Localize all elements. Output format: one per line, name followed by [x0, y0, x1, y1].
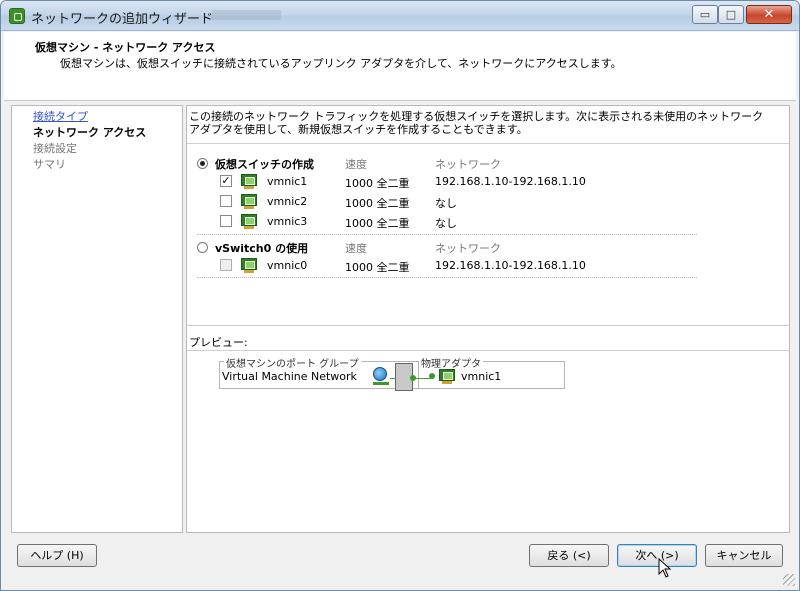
adapter-network: 192.168.1.10-192.168.1.10	[435, 175, 586, 188]
adapter-network: なし	[435, 217, 457, 230]
preview-label: プレビュー:	[189, 336, 248, 349]
maximize-button[interactable]: □	[718, 5, 744, 24]
title-bar[interactable]: ネットワークの追加ウィザード ▭ □ ✕	[1, 1, 799, 31]
adapter-speed: 1000 全二重	[345, 177, 410, 190]
title-ghost-text	[211, 10, 281, 20]
network-adapter-icon	[241, 258, 257, 273]
step-summary: サマリ	[33, 158, 66, 171]
adapter-name: vmnic1	[267, 175, 308, 188]
cancel-button[interactable]: キャンセル	[705, 544, 783, 567]
create-vswitch-label: 仮想スイッチの作成	[215, 158, 314, 171]
adapter-name: vmnic0	[267, 259, 308, 272]
window-title: ネットワークの追加ウィザード	[31, 12, 214, 27]
adapter-box: 物理アダプタ vmnic1	[415, 355, 565, 389]
wizard-steps: 接続タイプ ネットワーク アクセス 接続設定 サマリ	[11, 105, 183, 533]
close-button[interactable]: ✕	[746, 5, 792, 24]
portgroup-name: Virtual Machine Network	[222, 370, 357, 383]
network-adapter-icon	[241, 214, 257, 229]
vmnic0-checkbox[interactable]	[220, 259, 232, 271]
adapter-speed: 1000 全二重	[345, 217, 410, 230]
minimize-button[interactable]: ▭	[692, 5, 718, 24]
portgroup-legend: 仮想マシンのポート グループ	[224, 355, 361, 370]
back-button[interactable]: 戻る (<)	[529, 544, 609, 567]
adapter-network: なし	[435, 197, 457, 210]
step-connection-type[interactable]: 接続タイプ	[33, 108, 88, 124]
switch-selection-panel: 仮想スイッチの作成 速度 ネットワーク ✓ vmnic1 1000 全二重 19…	[187, 143, 789, 326]
use-vswitch0-label: vSwitch0 の使用	[215, 242, 309, 255]
wizard-content: この接続のネットワーク トラフィックを処理する仮想スイッチを選択します。次に表示…	[186, 105, 790, 533]
page-description: 仮想マシンは、仮想スイッチに接続されているアップリンク アダプタを介して、ネット…	[60, 57, 622, 70]
network-adapter-icon	[241, 194, 257, 209]
group-separator	[197, 277, 697, 278]
speed-header: 速度	[345, 242, 367, 255]
adapter-name: vmnic3	[267, 215, 308, 228]
network-header: ネットワーク	[435, 242, 501, 255]
vmnic2-checkbox[interactable]	[220, 195, 232, 207]
virtual-machine-icon	[373, 367, 389, 385]
speed-header: 速度	[345, 158, 367, 171]
vmnic1-checkbox[interactable]: ✓	[220, 175, 232, 187]
wizard-icon	[9, 8, 25, 24]
create-vswitch-radio[interactable]	[197, 158, 208, 169]
next-button[interactable]: 次へ (>)	[617, 544, 697, 567]
help-button[interactable]: ヘルプ (H)	[17, 544, 97, 567]
page-title: 仮想マシン - ネットワーク アクセス	[35, 41, 216, 54]
network-header: ネットワーク	[435, 158, 501, 171]
step-connection-settings: 接続設定	[33, 142, 77, 155]
network-adapter-icon	[241, 174, 257, 189]
adapter-name: vmnic2	[267, 195, 308, 208]
adapter-network: 192.168.1.10-192.168.1.10	[435, 259, 586, 272]
step-network-access: ネットワーク アクセス	[33, 126, 147, 139]
adapter-speed: 1000 全二重	[345, 261, 410, 274]
resize-grip-icon[interactable]	[783, 574, 795, 586]
preview-panel: 仮想マシンのポート グループ Virtual Machine Network 物…	[187, 350, 789, 532]
adapter-speed: 1000 全二重	[345, 197, 410, 210]
group-separator	[197, 234, 697, 235]
vmnic3-checkbox[interactable]	[220, 215, 232, 227]
instructions: この接続のネットワーク トラフィックを処理する仮想スイッチを選択します。次に表示…	[189, 110, 764, 136]
connection-dot	[429, 373, 435, 379]
use-vswitch0-radio[interactable]	[197, 242, 208, 253]
adapter-legend: 物理アダプタ	[419, 355, 483, 370]
network-adapter-icon	[439, 369, 455, 384]
portgroup-box: 仮想マシンのポート グループ Virtual Machine Network	[219, 355, 419, 389]
wizard-header: 仮想マシン - ネットワーク アクセス 仮想マシンは、仮想スイッチに接続されてい…	[4, 32, 796, 101]
preview-adapter-name: vmnic1	[461, 370, 502, 383]
wizard-window: ネットワークの追加ウィザード ▭ □ ✕ 仮想マシン - ネットワーク アクセス…	[0, 0, 800, 591]
mouse-cursor-icon	[658, 558, 672, 578]
